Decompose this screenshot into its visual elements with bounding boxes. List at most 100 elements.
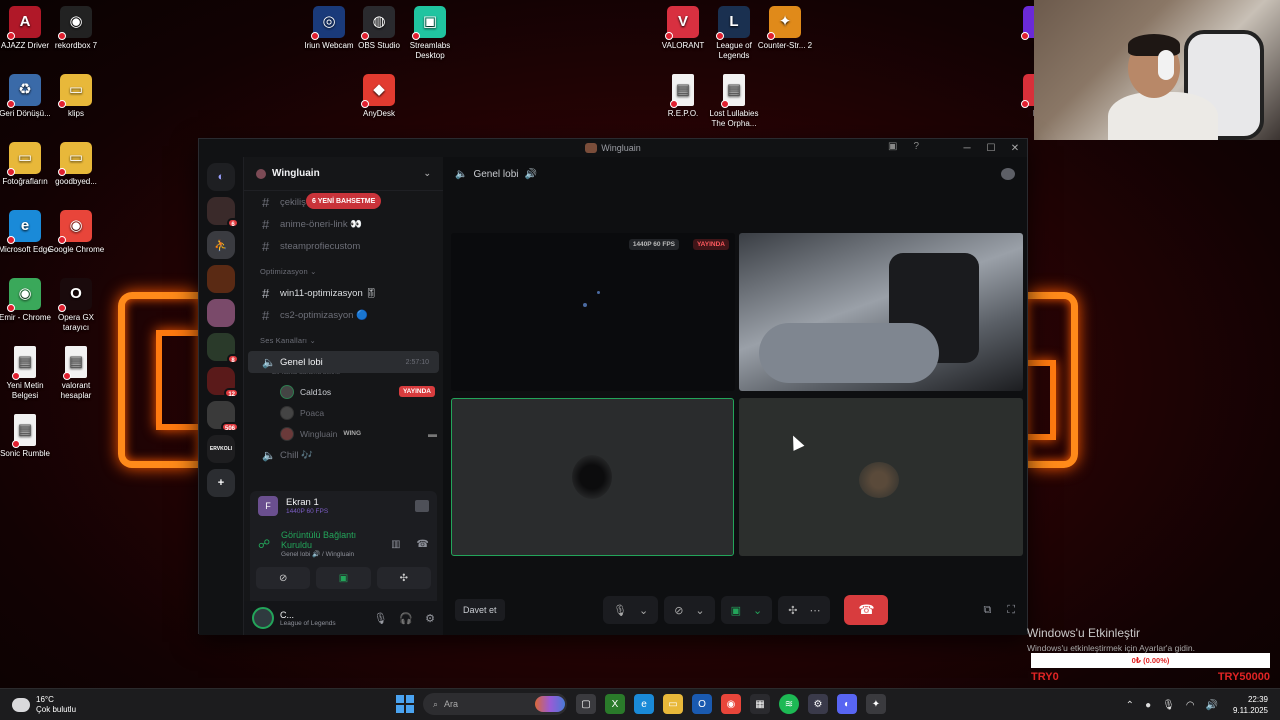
camera-off-icon[interactable]: ⊘ [674,604,683,617]
channel-cekilis[interactable]: # çekiliş 6 YENİ BAHSETME [248,191,439,213]
windows-start-icon[interactable] [396,695,414,713]
screen-share-button[interactable]: ▣ [316,567,371,589]
desktop-icon[interactable]: L League of Legends [705,6,763,61]
desktop-icon[interactable]: ◉ Google Chrome [47,210,105,255]
channel-win11-optimizasyon[interactable]: # win11-optimizasyon 🎚 [248,282,439,304]
stop-stream-icon[interactable] [415,500,429,512]
desktop-icon[interactable]: ◉ rekordbox 7 [47,6,105,51]
headphone-icon[interactable]: 🎧 [399,612,413,625]
screen-share-icon[interactable]: ▣ [731,604,741,617]
chevron-down-icon[interactable]: ⌄ [753,604,762,617]
invite-button[interactable]: Davet et [455,599,505,621]
desktop-icon[interactable]: ▭ klips [47,74,105,119]
server-icon[interactable]: 12 [207,367,239,398]
desktop-icon[interactable]: ▤ Lost Lullabies The Orpha... [705,74,763,129]
desktop-icon[interactable]: ◉ Emir - Chrome [0,278,54,323]
activities-icon[interactable]: ✣ [788,604,797,617]
desktop-icon[interactable]: ▤ Sonic Rumble [0,414,54,459]
server-icon[interactable]: ⛹ [207,231,235,259]
desktop-icon[interactable]: e Microsoft Edge [0,210,54,255]
minimize-button[interactable]: ─ [955,139,979,157]
desktop-icon[interactable]: ◆ AnyDesk [350,74,408,119]
desktop-icon[interactable]: V VALORANT [654,6,712,51]
wifi-icon[interactable]: ◠ [1186,700,1195,711]
desktop-icon[interactable]: ✦ Counter-Str... 2 [756,6,814,51]
chevron-down-icon[interactable]: ⌄ [695,604,704,617]
disconnect-button[interactable]: ☎ [844,595,889,625]
category-optimization[interactable]: Optimizasyon ⌄ [244,257,443,282]
server-icon[interactable]: 506 [207,401,239,432]
camera-tile-user[interactable] [739,398,1023,556]
mic-control[interactable]: 🎙 ⌄ [603,596,659,624]
chevron-down-icon[interactable]: ⌄ [639,604,648,617]
more-icon[interactable]: ⋯ [809,604,820,617]
task-view-icon[interactable]: ▢ [576,694,596,714]
voice-user-wingluain[interactable]: Wingluain WING ▬ [244,423,437,444]
outlook-icon[interactable]: O [692,694,712,714]
clock[interactable]: 22:39 9.11.2025 [1233,694,1268,716]
camera-tile-room[interactable] [739,233,1023,391]
file-explorer-icon[interactable]: ▭ [663,694,683,714]
weather-widget[interactable]: 16°C Çok bulutlu [0,695,76,715]
screen-share-control[interactable]: ▣ ⌄ [720,596,773,624]
voice-channel-genel-lobi[interactable]: 🔈 Genel lobi 2:57:10 [248,351,439,373]
user-avatar[interactable] [252,607,274,629]
channel-cs2-optimizasyon[interactable]: # cs2-optimizasyon 🔵 [248,304,439,326]
inbox-icon[interactable]: ▣ [888,141,897,152]
voice-channel-chill[interactable]: 🔈 Chill 🎶 [248,444,439,466]
server-icon[interactable] [207,299,235,327]
desktop-icon[interactable]: ▤ valorant hesaplar [47,346,105,401]
camera-control[interactable]: ⊘ ⌄ [664,596,715,624]
discord-icon[interactable]: ◐ [837,694,857,714]
microphone-icon[interactable]: 🎙 [1162,700,1175,711]
steam-icon[interactable]: ⚙ [808,694,828,714]
desktop-icon[interactable]: ♻ Geri Dönüşü... [0,74,54,119]
tray-app-icon[interactable]: ● [1145,700,1151,711]
desktop-icon[interactable]: ▤ R.E.P.O. [654,74,712,119]
voice-user-cald1os[interactable]: Cald1os YAYINDA [244,381,437,402]
xbox-icon[interactable]: X [605,694,625,714]
fullscreen-icon[interactable]: ⛶ [1007,604,1015,617]
close-button[interactable]: ✕ [1003,139,1027,157]
desktop-icon[interactable]: ▭ Fotoğrafların [0,142,54,187]
edge-icon[interactable]: e [634,694,654,714]
server-icon[interactable] [207,265,235,293]
desktop-icon[interactable]: ▣ Streamlabs Desktop [401,6,459,61]
camera-tile-speaking[interactable] [451,398,734,556]
riot-icon[interactable]: ✦ [866,694,886,714]
signal-icon[interactable]: ☍ [258,537,273,551]
server-icon[interactable]: 8 [207,333,239,364]
help-icon[interactable]: ? [913,141,919,152]
channel-steamprofiecustom[interactable]: # steamprofiecustom [248,235,439,257]
channel-anime-oneri-link[interactable]: # anime-öneri-link 👀 [248,213,439,235]
new-mentions-pill[interactable]: 6 YENİ BAHSETME [306,193,382,209]
taskbar-search[interactable]: ⌕ Ara [423,693,567,715]
chevron-down-icon[interactable]: ⌄ [423,168,431,179]
desktop-icon[interactable]: A AJAZZ Driver [0,6,54,51]
voice-user-poaca[interactable]: Poaca [244,402,437,423]
microphone-icon[interactable]: 🎙 [613,604,627,617]
chrome-icon[interactable]: ◉ [721,694,741,714]
stream-preview[interactable]: F Ekran 1 1440P 60 FPS [250,491,437,521]
desktop-icon[interactable]: ◍ OBS Studio [350,6,408,51]
microphone-icon[interactable]: 🎙 [373,612,387,625]
activities-control[interactable]: ✣ ⋯ [778,596,831,624]
spotify-icon[interactable]: ≋ [779,694,799,714]
volume-icon[interactable]: 🔊 [1206,700,1218,711]
disconnect-icon[interactable]: ☎ [417,539,429,550]
popout-icon[interactable]: ⧉ [983,604,991,617]
discord-home-icon[interactable]: ◐ [207,163,235,191]
activities-button[interactable]: ✣ [376,567,431,589]
noise-suppression-icon[interactable]: ▥ [391,539,400,550]
camera-off-button[interactable]: ⊘ [256,567,311,589]
category-voice[interactable]: Ses Kanalları ⌄ [244,326,443,351]
desktop-icon[interactable]: ▤ Yeni Metin Belgesi [0,346,54,401]
server-icon[interactable]: + [207,469,235,497]
stream-tile[interactable]: 1440P 60 FPS YAYINDA [451,233,735,391]
server-icon[interactable]: ERVKOLI [207,435,235,463]
store-icon[interactable]: ▦ [750,694,770,714]
desktop-icon[interactable]: ▭ goodbyed... [47,142,105,187]
chat-icon[interactable] [1001,168,1015,180]
server-icon[interactable]: 6 [207,197,239,228]
chevron-up-icon[interactable]: ⌃ [1126,700,1134,711]
